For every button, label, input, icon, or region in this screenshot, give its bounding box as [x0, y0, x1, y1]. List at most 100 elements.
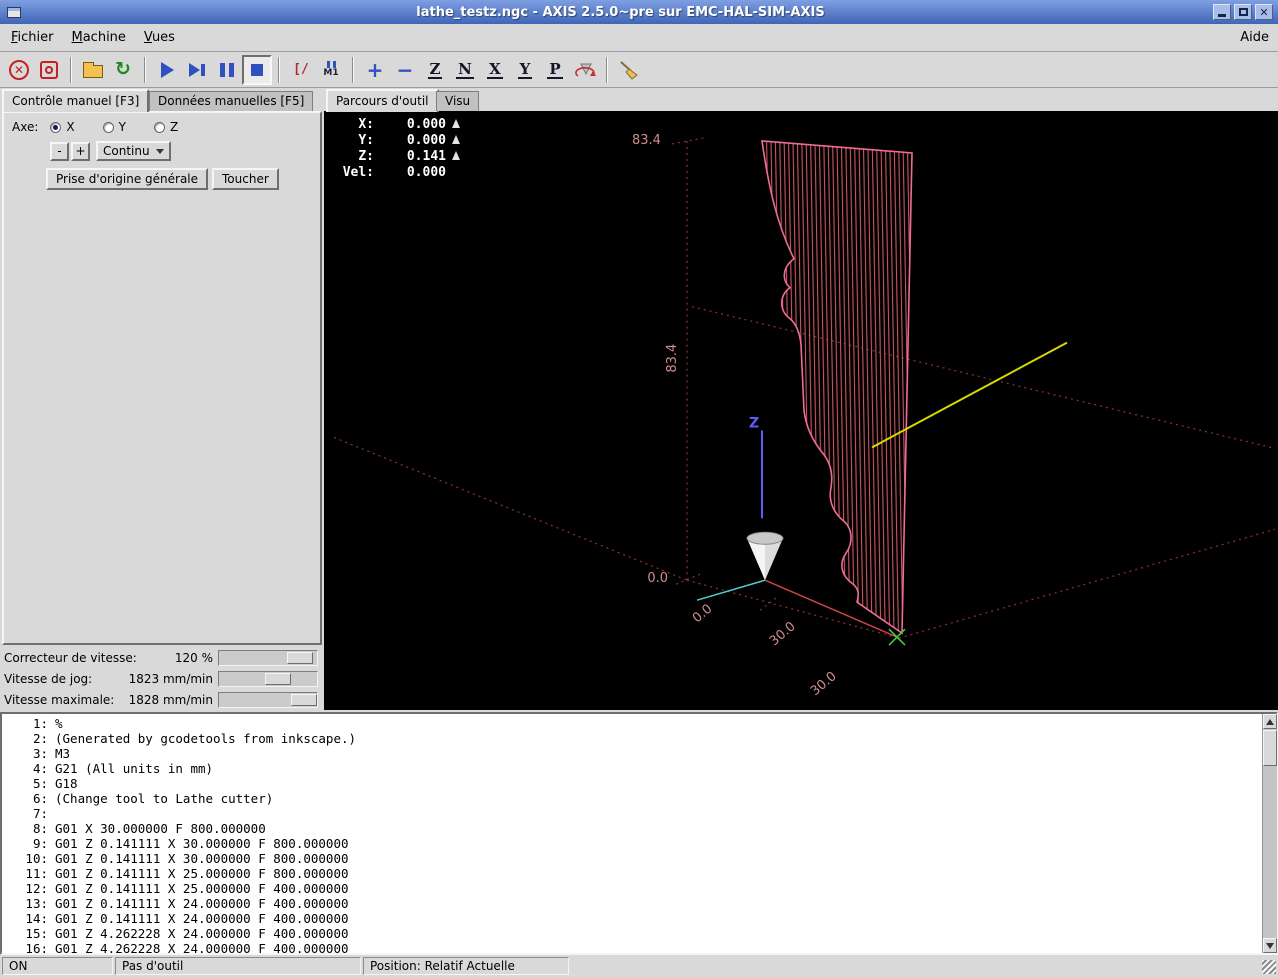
- homed-icon: [452, 135, 460, 144]
- home-all-button[interactable]: Prise d'origine générale: [46, 168, 209, 190]
- toolpath-profile: [761, 140, 913, 635]
- dro-x-label: X:: [358, 117, 374, 132]
- gcode-line: 2: (Generated by gcodetools from inkscape…: [32, 731, 357, 746]
- menubar: Fichier Machine Vues Aide: [0, 24, 1278, 52]
- max-velocity-label: Vitesse maximale:: [4, 692, 115, 707]
- rotate-view-icon: [575, 63, 596, 77]
- view-rotated-top-button[interactable]: N: [450, 55, 480, 85]
- slider-handle[interactable]: [287, 651, 313, 664]
- machine-power-icon: [40, 60, 58, 79]
- machine-power-button[interactable]: [34, 55, 64, 85]
- skip-lines-toggle[interactable]: [/: [286, 55, 316, 85]
- toolpath-plot: 83.4 83.4 0.0 0.0 30.0 30.0 Z: [333, 133, 1276, 699]
- dro-z-value: 0.141: [406, 149, 446, 164]
- dro-readout: X: 0.000 Y: 0.000 Z: 0.141 Vel: 0.000: [330, 117, 460, 181]
- minimize-button[interactable]: [1213, 4, 1231, 20]
- maximize-button[interactable]: [1234, 4, 1252, 20]
- slider-handle[interactable]: [265, 672, 291, 685]
- clear-plot-icon: [620, 60, 638, 80]
- resize-grip[interactable]: [1262, 960, 1276, 974]
- view-top-button[interactable]: Z: [420, 55, 450, 85]
- axis-z-radio[interactable]: Z: [153, 120, 178, 134]
- zoom-in-button[interactable]: +: [360, 55, 390, 85]
- zoom-out-button[interactable]: −: [390, 55, 420, 85]
- gcode-line: 13: G01 Z 0.141111 X 24.000000 F 400.0000…: [25, 896, 349, 911]
- axis-x-radio[interactable]: X: [50, 120, 75, 134]
- toolbar-separator: [352, 56, 354, 83]
- jog-speed-value: 1823 mm/min: [128, 671, 213, 686]
- view-rotated-top-icon: N: [456, 59, 474, 79]
- jog-speed-label: Vitesse de jog:: [4, 671, 93, 686]
- rotate-view-button[interactable]: [570, 55, 600, 85]
- menu-machine[interactable]: Machine: [63, 26, 135, 49]
- scrollbar-thumb[interactable]: [1263, 730, 1277, 766]
- radio-indicator: [50, 121, 62, 133]
- gcode-line: 12: G01 Z 0.141111 X 25.000000 F 400.0000…: [25, 881, 349, 896]
- view-side-button[interactable]: X: [480, 55, 510, 85]
- view-front-button[interactable]: Y: [510, 55, 540, 85]
- menu-vues[interactable]: Vues: [135, 26, 184, 49]
- dro-y-label: Y:: [358, 133, 374, 148]
- toolbar-separator: [278, 56, 280, 83]
- preview-canvas[interactable]: 83.4 83.4 0.0 0.0 30.0 30.0 Z X: 0.000 Y:…: [324, 111, 1278, 710]
- estop-button[interactable]: [4, 55, 34, 85]
- gcode-line: 15: G01 Z 4.262228 X 24.000000 F 400.0000…: [25, 926, 349, 941]
- pause-button[interactable]: [212, 55, 242, 85]
- menu-fichier[interactable]: Fichier: [2, 26, 63, 49]
- axis-y-label: Y: [118, 120, 126, 134]
- dim-zero-left: 0.0: [647, 571, 668, 586]
- skip-lines-icon: [/: [293, 62, 309, 77]
- scroll-up-button[interactable]: [1263, 714, 1277, 729]
- clear-plot-button[interactable]: [614, 55, 644, 85]
- machine-state-cell: ON: [2, 957, 113, 975]
- max-velocity-slider[interactable]: [218, 691, 318, 708]
- view-front-icon: Y: [517, 59, 533, 79]
- toolbar-separator: [144, 56, 146, 83]
- tab-preview[interactable]: Parcours d'outil: [326, 89, 439, 112]
- menu-aide[interactable]: Aide: [1231, 26, 1278, 49]
- toolbar-separator: [70, 56, 72, 83]
- tool-info-cell: Pas d'outil: [115, 957, 361, 975]
- jog-minus-button[interactable]: -: [50, 141, 69, 161]
- stop-button[interactable]: [242, 54, 272, 85]
- close-button[interactable]: [1255, 4, 1273, 20]
- close-icon: [1259, 5, 1268, 19]
- jog-speed-slider[interactable]: [218, 670, 318, 687]
- gcode-line: 3: M3: [32, 746, 71, 761]
- gcode-line: 9: G01 Z 0.141111 X 30.000000 F 800.00000…: [32, 836, 349, 851]
- gcode-line: 16: G01 Z 4.262228 X 24.000000 F 400.0000…: [25, 941, 349, 955]
- view-side-icon: X: [487, 59, 503, 79]
- gcode-line: 7:: [32, 806, 48, 821]
- jog-increment-dropdown[interactable]: Continu: [96, 141, 171, 161]
- position-mode-cell: Position: Relatif Actuelle: [363, 957, 569, 975]
- slider-handle[interactable]: [291, 693, 317, 706]
- jog-plus-button[interactable]: +: [71, 141, 90, 161]
- z-axis-label: Z: [749, 415, 759, 431]
- run-icon: [160, 61, 174, 78]
- gcode-listing[interactable]: 1:% 2: (Generated by gcodetools from inks…: [0, 712, 1278, 955]
- feed-override-label: Correcteur de vitesse:: [4, 650, 137, 665]
- optional-pause-toggle[interactable]: M1: [316, 55, 346, 85]
- scroll-down-button[interactable]: [1263, 938, 1277, 953]
- touch-off-button[interactable]: Toucher: [212, 168, 279, 190]
- homed-icon: [452, 119, 460, 128]
- reload-button[interactable]: [108, 55, 138, 85]
- manual-control-panel: Axe: X Y Z - + Continu Prise d'origine g…: [2, 111, 322, 645]
- step-button[interactable]: [182, 55, 212, 85]
- axis-y-radio[interactable]: Y: [102, 120, 126, 134]
- view-perspective-button[interactable]: P: [540, 55, 570, 85]
- tab-manual-control[interactable]: Contrôle manuel [F3]: [2, 89, 150, 112]
- axis-x-label: X: [66, 120, 75, 134]
- tab-dro[interactable]: Visu: [436, 91, 480, 111]
- feed-override-slider[interactable]: [218, 649, 318, 666]
- tab-mdi[interactable]: Données manuelles [F5]: [149, 91, 314, 111]
- view-perspective-icon: P: [547, 59, 563, 79]
- dim-bottom-0: 0.0: [690, 601, 715, 626]
- open-file-button[interactable]: [78, 55, 108, 85]
- titlebar[interactable]: lathe_testz.ngc - AXIS 2.5.0~pre sur EMC…: [0, 0, 1278, 24]
- gcode-line: 11: G01 Z 0.141111 X 25.000000 F 800.0000…: [25, 866, 349, 881]
- gcode-scrollbar[interactable]: [1262, 714, 1277, 953]
- radio-indicator: [153, 121, 165, 133]
- homed-icon: [452, 151, 460, 160]
- run-button[interactable]: [152, 55, 182, 85]
